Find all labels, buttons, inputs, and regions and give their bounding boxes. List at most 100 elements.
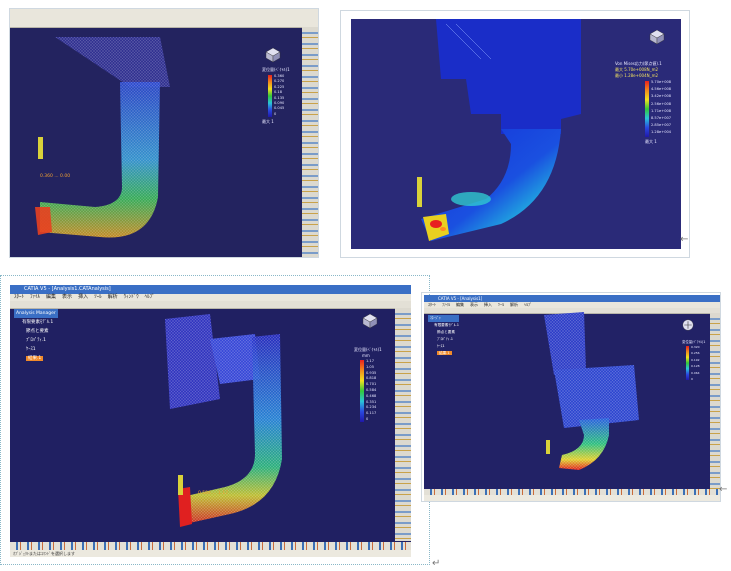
menu-item[interactable]: ｽﾀｰﾄ [428,302,436,307]
legend-tick-label: 0.234 [366,405,377,410]
tree-item[interactable]: 節点と要素 [428,329,459,336]
legend-tick-label: 0.360 [274,74,285,78]
legend-tick-label: 1.71e+008 [651,108,672,113]
catia-window: CATIA V5 - [Analysis1.CATAnalysis] ｽﾀｰﾄ ﾌ… [10,285,411,557]
menu-item[interactable]: ﾍﾙﾌﾟ [145,294,155,300]
right-toolbar[interactable] [710,313,720,489]
legend-tick-label: 1.17 [366,359,375,363]
legend-tick-label: 1.28e+004 [651,130,672,135]
status-bar [424,495,720,501]
tree-root[interactable]: ﾏﾈｰｼﾞｬ [428,315,459,322]
screenshot-panel-bottom-right: CATIA V5 - [Analysis1] ｽﾀｰﾄ ﾌｧｲﾙ 編集 表示 挿入 ﾂｰﾙ… [421,292,721,502]
menu-item[interactable]: ﾂｰﾙ [94,294,102,300]
menu-item[interactable]: ﾌｧｲﾙ [442,302,450,307]
right-toolbar[interactable] [395,308,411,541]
right-toolbar[interactable] [302,27,318,257]
menu-bar[interactable]: ｽﾀｰﾄ ﾌｧｲﾙ 編集 表示 挿入 ﾂｰﾙ 解析 ｳｨﾝﾄﾞｳ ﾍﾙﾌﾟ [10,294,411,301]
legend-color-bar [645,81,649,137]
window-title: CATIA V5 - [Analysis1.CATAnalysis] [10,285,411,294]
stress-model-render: 0.360 ... 0.00 [35,37,170,238]
tree-item-selected[interactable]: 結果.1 [428,350,459,357]
top-toolbar[interactable] [10,301,411,309]
color-legend: 変位量(ﾍﾞｸﾄﾙ)1 0.360 0.270 0.225 0.18 0.135 0.09… [262,67,290,125]
menu-item[interactable]: 挿入 [78,294,88,300]
legend-tick-label: 0.256 [691,351,700,356]
legend-tick-label: 0.192 [691,357,700,362]
screenshot-panel-top-left: 0.360 ... 0.00 変位量(ﾍﾞｸﾄﾙ)1 0.360 0.270 0.2… [9,8,319,258]
legend-tick-label: 0.701 [366,382,377,387]
compass-icon[interactable] [649,29,665,45]
tree-item[interactable]: 有限要素ﾓﾃﾞﾙ.1 [428,322,459,329]
tree-root[interactable]: Analysis Manager [14,309,58,318]
menu-item[interactable]: 編集 [456,302,464,307]
annotation-label: 0.360 ... 0.00 [40,173,70,179]
menu-item[interactable]: ﾂｰﾙ [498,302,504,307]
return-mark: ← [680,234,689,245]
legend-tick-label: 0 [691,377,693,381]
legend-tick-label: 0 [366,417,369,421]
tree-item[interactable]: ﾌﾟﾛﾊﾟﾃｨ.1 [428,336,459,343]
tree-item-selected[interactable]: 結果.1 [14,354,58,363]
catia-window: CATIA V5 - [Analysis1] ｽﾀｰﾄ ﾌｧｲﾙ 編集 表示 挿入 ﾂｰﾙ… [424,295,720,501]
compass-icon[interactable] [682,319,694,331]
legend-title: 変位量(ﾍﾞｸﾄﾙ)1 [682,340,706,344]
legend-tick-label: 0.584 [366,388,377,392]
menu-item[interactable]: 表示 [470,302,478,307]
compass-icon[interactable] [362,313,378,329]
bottom-toolbar[interactable] [10,542,411,550]
menu-item[interactable]: 挿入 [484,302,492,307]
menu-item[interactable]: 解析 [510,302,518,307]
menu-item[interactable]: ｽﾀｰﾄ [14,294,24,300]
color-legend: Von Mises応力(節点値).1 最大 5.70e+008N_m2 最小 1… [615,61,671,145]
legend-unit: mm [362,353,370,358]
top-toolbar[interactable] [10,9,318,28]
legend-tick-label: 0 [274,111,277,116]
load-arrow [546,440,550,454]
menu-item[interactable]: ﾍﾙﾌﾟ [524,302,532,307]
cad-viewport[interactable]: Von Mises応力(節点値).1 最大 5.70e+008N_m2 最小 1… [351,19,681,249]
legend-tick-label: 1.05 [366,364,375,369]
return-mark: ← [719,484,728,495]
tree-item[interactable]: ｹｰｽ1 [14,345,58,354]
window-title: CATIA V5 - [Analysis1] [424,295,720,302]
legend-tick-label: 0.270 [274,79,285,84]
legend-color-bar [686,346,689,380]
legend-tick-label: 0.935 [366,370,377,375]
legend-color-bar [268,75,272,117]
legend-tick-label: 2.85e+007 [651,123,672,128]
legend-tick-label: 5.70e+008 [651,80,672,84]
legend-color-bar [360,360,364,422]
menu-item[interactable]: 表示 [62,294,72,300]
legend-tick-label: 0.351 [366,399,377,404]
legend-tick-label: 0.090 [274,101,285,105]
legend-tick-label: 3.42e+008 [651,94,672,99]
legend-tick-label: 0.320 [691,345,700,349]
tree-item[interactable]: ﾌﾟﾛﾊﾟﾃｨ.1 [14,336,58,345]
specification-tree[interactable]: ﾏﾈｰｼﾞｬ 有限要素ﾓﾃﾞﾙ.1 節点と要素 ﾌﾟﾛﾊﾟﾃｨ.1 ｹｰｽ1 結… [428,315,459,357]
load-arrow [38,137,43,159]
load-arrow [417,177,422,207]
tree-item[interactable]: 節点と要素 [14,327,58,336]
compass-icon[interactable] [265,47,281,63]
tree-item[interactable]: ｹｰｽ1 [428,343,459,350]
displacement-model-render [544,312,639,470]
legend-tick-label: 2.56e+008 [651,101,672,106]
screenshot-panel-bottom-left: CATIA V5 - [Analysis1.CATAnalysis] ｽﾀｰﾄ ﾌ… [0,275,430,565]
legend-tick-label: 8.57e+007 [651,116,672,120]
legend-footer: 最大 1 [262,119,274,124]
menu-item[interactable]: ﾌｧｲﾙ [30,294,40,300]
color-legend: 変位量(ﾍﾞｸﾄﾙ)1 mm 1.17 1.05 0.935 0.818 0.701 0.… [354,347,382,422]
menu-item[interactable]: ｳｨﾝﾄﾞｳ [124,294,139,300]
menu-item[interactable]: 解析 [108,294,118,300]
cad-viewport[interactable]: 0.360 ... 0.00 変位量(ﾍﾞｸﾄﾙ)1 0.360 0.270 0.2… [10,9,318,257]
specification-tree[interactable]: Analysis Manager 有限要素ﾓﾃﾞﾙ.1 節点と要素 ﾌﾟﾛﾊﾟﾃ… [14,309,58,363]
screenshot-panel-top-right: Von Mises応力(節点値).1 最大 5.70e+008N_m2 最小 1… [340,10,690,258]
legend-min: 最小 1.28e+004N_m2 [615,73,659,78]
tree-item[interactable]: 有限要素ﾓﾃﾞﾙ.1 [14,318,58,327]
legend-title: 変位量(ﾍﾞｸﾄﾙ)1 [262,67,290,72]
legend-tick-label: 0.117 [366,411,377,416]
legend-tick-label: 0.468 [366,393,377,398]
menu-item[interactable]: 編集 [46,294,56,300]
legend-tick-label: 0.064 [691,370,700,375]
legend-tick-label: 0.225 [274,84,285,89]
